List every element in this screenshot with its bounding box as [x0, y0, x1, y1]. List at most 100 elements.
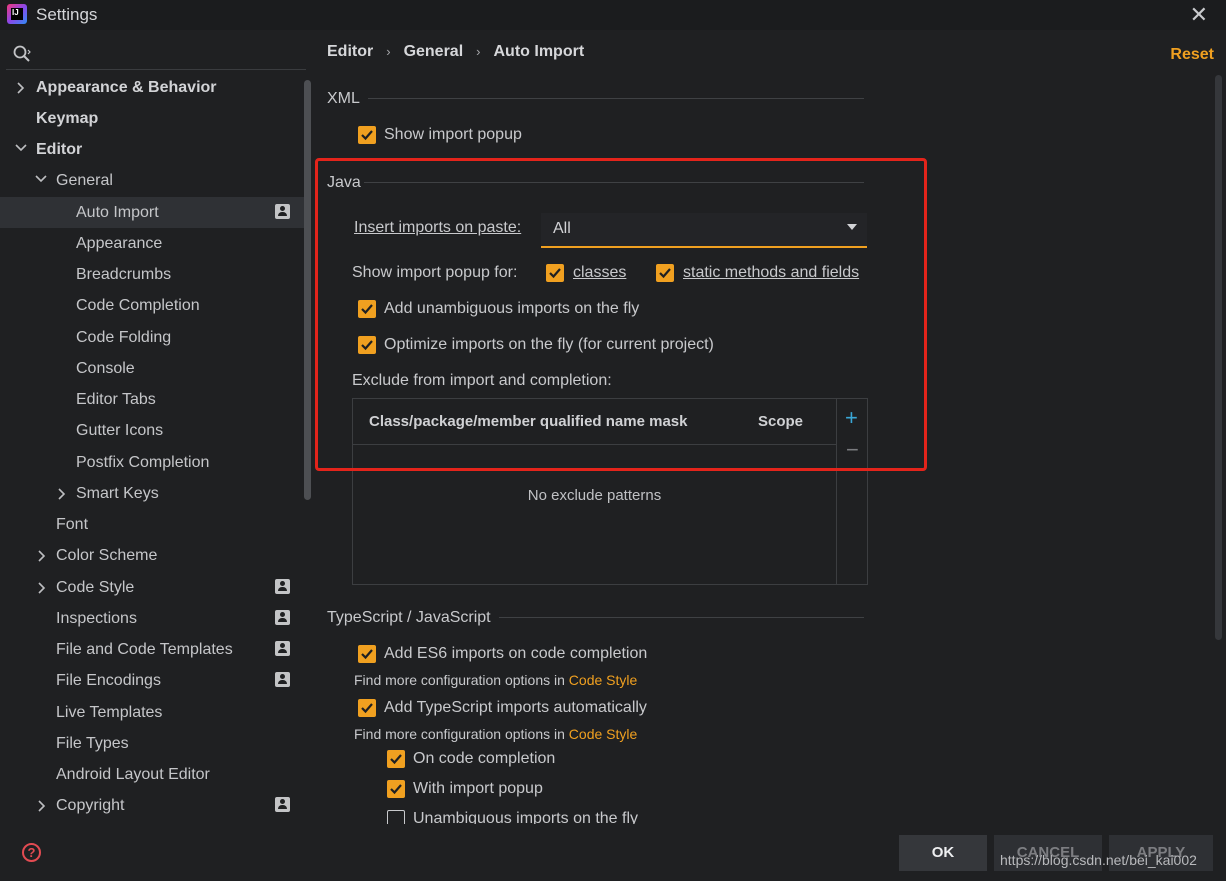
es6-imports-label: Add ES6 imports on code completion — [384, 645, 648, 662]
checkmark-icon — [361, 304, 373, 315]
popup-static-checkbox[interactable] — [656, 264, 674, 282]
sidebar-item-code-completion[interactable]: Code Completion — [0, 290, 304, 321]
watermark-text: https://blog.csdn.net/bei_kai002 — [1000, 852, 1197, 868]
title-bar: IJ Settings ✕ — [0, 0, 1226, 30]
sidebar-item-label: Copyright — [56, 797, 125, 814]
chevron-right-icon[interactable] — [38, 540, 50, 571]
popup-classes-checkbox[interactable] — [546, 264, 564, 282]
sidebar-item-file-code-templates[interactable]: File and Code Templates — [0, 634, 304, 665]
sidebar-item-auto-import[interactable]: Auto Import — [0, 197, 304, 228]
sidebar-item-label: Color Scheme — [56, 547, 158, 564]
sidebar-item-label: Code Completion — [76, 297, 200, 314]
sidebar-item-live-templates[interactable]: Live Templates — [0, 697, 304, 728]
sidebar-item-smart-keys[interactable]: Smart Keys — [0, 478, 304, 509]
sidebar-item-label: Code Folding — [76, 329, 172, 346]
es6-imports-checkbox[interactable] — [358, 645, 376, 663]
sidebar-item-console[interactable]: Console — [0, 353, 304, 384]
ok-button[interactable]: OK — [899, 835, 987, 871]
remove-pattern-button[interactable]: − — [846, 437, 859, 463]
sidebar-item-color-scheme[interactable]: Color Scheme — [0, 540, 304, 571]
section-title-typescript: TypeScript / JavaScript — [327, 609, 491, 626]
chevron-right-icon[interactable] — [17, 72, 29, 103]
optimize-imports-checkbox[interactable] — [358, 336, 376, 354]
reset-button[interactable]: Reset — [1170, 46, 1214, 64]
with-import-popup-checkbox[interactable] — [387, 780, 405, 798]
hint-text: Find more configuration options in Code … — [354, 672, 637, 688]
search-input[interactable] — [6, 38, 306, 70]
sidebar-item-editor-tabs[interactable]: Editor Tabs — [0, 384, 304, 415]
breadcrumb-general[interactable]: General — [404, 43, 464, 60]
sidebar-scrollbar[interactable] — [304, 80, 311, 500]
sidebar-item-breadcrumbs[interactable]: Breadcrumbs — [0, 259, 304, 290]
chevron-down-icon[interactable] — [15, 134, 27, 165]
close-icon[interactable]: ✕ — [1190, 2, 1208, 28]
project-scope-icon — [275, 641, 290, 656]
sidebar-item-copyright[interactable]: Copyright — [0, 790, 304, 821]
insert-on-paste-select[interactable]: All — [541, 213, 867, 248]
section-divider — [499, 617, 864, 618]
section-divider — [364, 182, 864, 183]
section-title-xml: XML — [327, 90, 360, 107]
help-icon[interactable]: ? — [22, 843, 41, 862]
project-scope-icon — [275, 672, 290, 687]
hint-text-prefix: Find more configuration options in — [354, 726, 569, 742]
add-unambiguous-checkbox[interactable] — [358, 300, 376, 318]
sidebar-item-android-layout-editor[interactable]: Android Layout Editor — [0, 759, 304, 790]
hint-text: Find more configuration options in Code … — [354, 726, 637, 742]
settings-content: Editor › General › Auto Import Reset XML Sho… — [312, 30, 1226, 830]
sidebar-item-editor[interactable]: Editor — [0, 134, 304, 165]
breadcrumb-separator-icon: › — [476, 44, 481, 59]
on-code-completion-checkbox[interactable] — [387, 750, 405, 768]
sidebar-item-general[interactable]: General — [0, 165, 304, 196]
sidebar-item-label: General — [56, 172, 113, 189]
column-header-scope[interactable]: Scope — [758, 413, 803, 430]
sidebar-item-label: Keymap — [36, 110, 99, 127]
sidebar-item-label: Postfix Completion — [76, 454, 210, 471]
chevron-right-icon[interactable] — [38, 572, 50, 603]
sidebar-item-appearance-behavior[interactable]: Appearance & Behavior — [0, 72, 304, 103]
sidebar-item-label: File Types — [56, 735, 129, 752]
sidebar-item-label: Code Style — [56, 579, 135, 596]
project-scope-icon — [275, 797, 290, 812]
xml-show-popup-checkbox[interactable] — [358, 126, 376, 144]
chevron-down-icon[interactable] — [35, 165, 47, 196]
sidebar-item-code-style[interactable]: Code Style — [0, 572, 304, 603]
chevron-right-icon[interactable] — [58, 478, 70, 509]
sidebar-item-label: Console — [76, 360, 135, 377]
checkmark-icon — [361, 703, 373, 714]
code-style-link[interactable]: Code Style — [569, 726, 637, 742]
sidebar-item-label: Editor Tabs — [76, 391, 156, 408]
sidebar-item-file-types[interactable]: File Types — [0, 728, 304, 759]
breadcrumb-editor[interactable]: Editor — [327, 43, 373, 60]
empty-table-text: No exclude patterns — [527, 487, 662, 504]
chevron-right-icon[interactable] — [38, 790, 50, 821]
content-scrollbar[interactable] — [1215, 75, 1222, 640]
sidebar-item-label: Auto Import — [76, 204, 159, 221]
sidebar-item-postfix-completion[interactable]: Postfix Completion — [0, 447, 304, 478]
section-divider — [368, 98, 864, 99]
sidebar-item-font[interactable]: Font — [0, 509, 304, 540]
search-icon — [13, 45, 31, 62]
insert-on-paste-value: All — [553, 220, 571, 237]
breadcrumb: Editor › General › Auto Import — [327, 43, 584, 61]
settings-sidebar: Appearance & Behavior Keymap Editor Gene… — [0, 30, 312, 830]
sidebar-item-file-encodings[interactable]: File Encodings — [0, 665, 304, 696]
sidebar-item-label: Appearance & Behavior — [36, 79, 217, 96]
sidebar-item-gutter-icons[interactable]: Gutter Icons — [0, 415, 304, 446]
on-code-completion-label: On code completion — [413, 750, 556, 767]
unambiguous-fly-checkbox[interactable] — [387, 810, 405, 824]
sidebar-item-code-folding[interactable]: Code Folding — [0, 322, 304, 353]
insert-on-paste-label: Insert imports on paste: — [354, 219, 522, 236]
checkmark-icon — [390, 754, 402, 765]
sidebar-item-keymap[interactable]: Keymap — [0, 103, 304, 134]
checkmark-icon — [549, 268, 561, 279]
add-pattern-button[interactable]: + — [845, 405, 858, 431]
sidebar-item-label: File and Code Templates — [56, 641, 233, 658]
hint-text-prefix: Find more configuration options in — [354, 672, 569, 688]
dropdown-arrow-icon — [847, 224, 857, 230]
ts-auto-imports-checkbox[interactable] — [358, 699, 376, 717]
column-header-mask[interactable]: Class/package/member qualified name mask — [369, 413, 687, 430]
sidebar-item-inspections[interactable]: Inspections — [0, 603, 304, 634]
sidebar-item-appearance[interactable]: Appearance — [0, 228, 304, 259]
code-style-link[interactable]: Code Style — [569, 672, 637, 688]
